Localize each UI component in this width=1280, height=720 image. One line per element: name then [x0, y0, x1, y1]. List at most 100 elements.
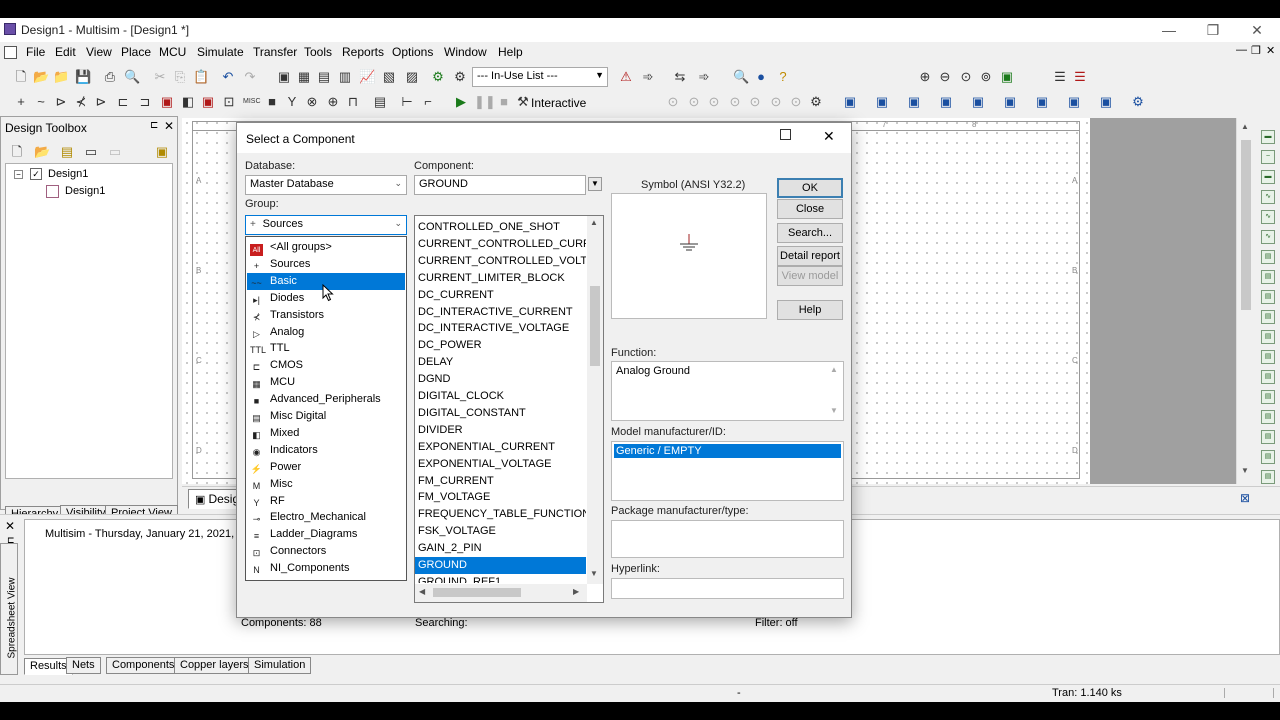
doc-restore-button[interactable]: ❐	[1251, 44, 1261, 57]
pause-icon[interactable]: ❚❚	[474, 94, 496, 110]
undo-icon[interactable]: ↶	[220, 69, 236, 85]
component-list-item[interactable]: FM_VOLTAGE	[415, 489, 586, 506]
menu-file[interactable]: File	[26, 45, 45, 59]
checkbox-icon[interactable]: ✓	[30, 168, 42, 180]
tab-options-icon[interactable]: ⊠	[1240, 491, 1250, 505]
find-examples-icon[interactable]: ●	[753, 69, 769, 85]
component-list-item[interactable]: DC_INTERACTIVE_VOLTAGE	[415, 320, 586, 337]
open-sample-icon[interactable]: 📁	[53, 69, 69, 85]
ok-button[interactable]: OK	[777, 178, 843, 198]
view-model-button[interactable]: View model	[777, 266, 843, 286]
zoom-area-icon[interactable]: ⊙	[958, 69, 974, 85]
restore-button[interactable]: ❐	[1190, 18, 1236, 42]
minimize-button[interactable]: —	[1146, 18, 1192, 42]
component-list-item[interactable]: GROUND_REF1	[415, 574, 586, 583]
menu-place[interactable]: Place	[121, 45, 151, 59]
tab-copper-layers[interactable]: Copper layers	[174, 657, 255, 674]
instrument-7-icon[interactable]: ▣	[1034, 94, 1050, 110]
scroll-thumb[interactable]	[1241, 140, 1251, 310]
spectrum-analyzer-icon[interactable]: ▤	[1261, 370, 1275, 384]
group-option[interactable]: ■ Advanced_Peripherals	[247, 391, 405, 408]
ttl-icon[interactable]: ⊏	[115, 94, 131, 110]
tab-nets[interactable]: Nets	[66, 657, 101, 674]
zoom-tool-icon[interactable]: 🔍	[733, 69, 749, 85]
component-list-item[interactable]: DC_INTERACTIVE_CURRENT	[415, 304, 586, 321]
properties-icon[interactable]: ▣	[154, 144, 170, 160]
source-icon[interactable]: +	[13, 94, 29, 110]
menu-edit[interactable]: Edit	[55, 45, 76, 59]
checkbox-icon[interactable]: ⚙	[452, 69, 468, 85]
agilent-multimeter-icon[interactable]: ▤	[1261, 430, 1275, 444]
align-icon[interactable]: ☰	[1052, 69, 1068, 85]
group-option[interactable]: Y RF	[247, 493, 405, 510]
component-list-item[interactable]: FSK_VOLTAGE	[415, 523, 586, 540]
component-wizard-icon[interactable]: ⚙	[430, 69, 446, 85]
probe-power-icon[interactable]: ⊙	[706, 94, 722, 110]
erc-icon[interactable]: ⚠	[618, 69, 634, 85]
tab-components[interactable]: Components	[106, 657, 181, 674]
close-window-button[interactable]: ✕	[1234, 18, 1280, 42]
hierarchical-block-icon[interactable]: ⊢	[399, 94, 415, 110]
component-list-item[interactable]: DIGITAL_CLOCK	[415, 388, 586, 405]
forward-icon[interactable]: ➾	[696, 69, 712, 85]
instrument-9-icon[interactable]: ▣	[1098, 94, 1114, 110]
component-list-item[interactable]: DIGITAL_CONSTANT	[415, 405, 586, 422]
component-list-item[interactable]: DC_CURRENT	[415, 287, 586, 304]
panel-close-icon[interactable]: ✕	[164, 119, 174, 133]
iv-analyzer-icon[interactable]: ▤	[1261, 330, 1275, 344]
hscroll-thumb[interactable]	[433, 588, 521, 597]
instrument-10-icon[interactable]: ⚙	[1130, 94, 1146, 110]
misc-icon[interactable]: MISC	[243, 94, 261, 110]
open-item-icon[interactable]: 📂	[34, 144, 50, 160]
connector-icon[interactable]: ⊓	[345, 94, 361, 110]
close-button[interactable]: Close	[777, 199, 843, 219]
component-list-item[interactable]: GROUND	[415, 557, 586, 574]
scroll-up-icon[interactable]: ▲	[1241, 122, 1249, 131]
group-option[interactable]: ⊸ Electro_Mechanical	[247, 509, 405, 526]
stop-icon[interactable]: ■	[496, 94, 512, 110]
component-list-item[interactable]: DC_POWER	[415, 337, 586, 354]
component-list-item[interactable]: EXPONENTIAL_CURRENT	[415, 439, 586, 456]
print-icon[interactable]: ⎙	[102, 69, 118, 85]
basic-icon[interactable]: ~	[33, 94, 49, 110]
model-item-selected[interactable]: Generic / EMPTY	[614, 444, 841, 458]
scroll-down-icon[interactable]: ▼	[1241, 466, 1249, 475]
cut-icon[interactable]: ✂	[152, 69, 168, 85]
new-item-icon[interactable]: 🗋	[9, 144, 25, 160]
paste-icon[interactable]: 📋	[193, 69, 209, 85]
in-use-list-dropdown[interactable]: --- In-Use List --- ▼	[472, 67, 608, 87]
grapher-icon[interactable]: 📈	[359, 69, 375, 85]
ercs-icon[interactable]: ▨	[404, 69, 420, 85]
group-dropdown[interactable]: + Sources ⌄	[245, 215, 407, 235]
logic-analyzer-icon[interactable]: ▤	[1261, 310, 1275, 324]
group-option[interactable]: M Misc	[247, 476, 405, 493]
component-list-item[interactable]: CONTROLLED_ONE_SHOT	[415, 219, 586, 236]
scroll-right-icon[interactable]: ▶	[573, 587, 579, 596]
instrument-6-icon[interactable]: ▣	[1002, 94, 1018, 110]
oscilloscope-icon[interactable]: ∿	[1261, 190, 1275, 204]
group-option[interactable]: ⊏ CMOS	[247, 357, 405, 374]
mcu-icon[interactable]: ▤	[372, 94, 388, 110]
menu-view[interactable]: View	[86, 45, 112, 59]
bode-plotter-icon[interactable]: ∿	[1261, 230, 1275, 244]
tree-item-design-root[interactable]: Design1	[48, 168, 88, 180]
zoom-in-icon[interactable]: ⊕	[917, 69, 933, 85]
menu-help[interactable]: Help	[498, 45, 523, 59]
group-option[interactable]: All <All groups>	[247, 239, 405, 256]
component-list-item[interactable]: CURRENT_CONTROLLED_CURRENT_S	[415, 236, 586, 253]
rf-icon[interactable]: Y	[284, 94, 300, 110]
function-scroll-down-icon[interactable]: ▼	[830, 406, 838, 415]
menu-transfer[interactable]: Transfer	[253, 45, 297, 59]
probe-current-icon[interactable]: ⊙	[686, 94, 702, 110]
database-dropdown[interactable]: Master Database ⌄	[245, 175, 407, 195]
component-list-item[interactable]: FREQUENCY_TABLE_FUNCTION	[415, 506, 586, 523]
group-option[interactable]: ⚡ Power	[247, 459, 405, 476]
help-icon[interactable]: ?	[775, 69, 791, 85]
component-list-item[interactable]: DELAY	[415, 354, 586, 371]
fullscreen-icon[interactable]: ▣	[276, 69, 292, 85]
indicator-icon[interactable]: ▣	[200, 94, 216, 110]
group-option[interactable]: ▷ Analog	[247, 324, 405, 341]
mixed-icon[interactable]: ◧	[180, 94, 196, 110]
probe-bus-icon[interactable]: ⊙	[788, 94, 804, 110]
multimeter-icon[interactable]: ▬	[1261, 130, 1275, 144]
